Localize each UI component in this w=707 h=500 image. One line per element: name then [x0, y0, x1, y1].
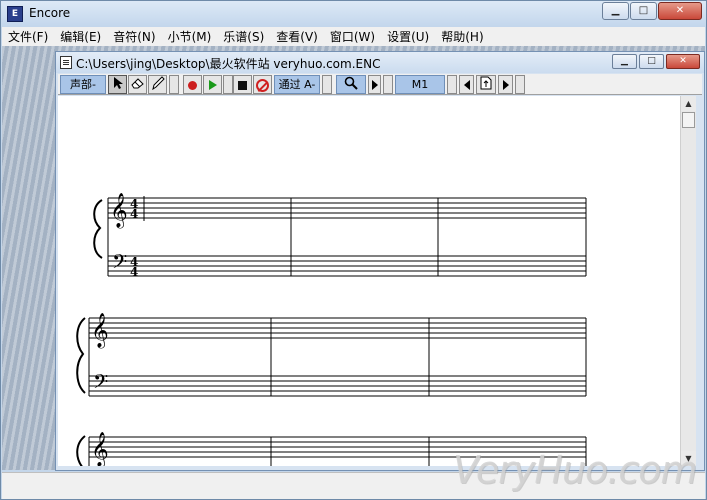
stop-icon: [238, 80, 247, 90]
arrow-right-icon: [371, 80, 378, 90]
menu-edit[interactable]: 编辑(E): [54, 28, 107, 45]
time-sig-denominator: 4: [130, 265, 138, 279]
toolbar-spacer-4: [383, 75, 393, 94]
pointer-tool-button[interactable]: [108, 75, 127, 94]
scroll-up-arrow[interactable]: ▲: [681, 96, 696, 111]
grand-staff-brace: [76, 317, 86, 394]
grand-staff-brace: [76, 435, 86, 466]
menu-score[interactable]: 乐谱(S): [217, 28, 270, 45]
document-titlebar[interactable]: C:\Users\jing\Desktop\最火软件站 veryhuo.com.…: [56, 52, 704, 73]
menu-file[interactable]: 文件(F): [2, 28, 54, 45]
menu-settings[interactable]: 设置(U): [381, 28, 435, 45]
page-prev-button[interactable]: [459, 75, 474, 94]
toolbar-spacer-2: [223, 75, 233, 94]
menu-notes[interactable]: 音符(N): [107, 28, 161, 45]
bass-clef-icon: 𝄢: [93, 370, 108, 398]
page-view-button[interactable]: [476, 75, 496, 94]
encore-app-window: E Encore ▁ □ ✕ 文件(F) 编辑(E) 音符(N) 小节(M) 乐…: [0, 0, 707, 500]
maximize-button[interactable]: □: [630, 2, 657, 20]
time-sig-denominator: 4: [130, 207, 138, 221]
page-next-button[interactable]: [498, 75, 513, 94]
menu-measures[interactable]: 小节(M): [162, 28, 218, 45]
document-title: C:\Users\jing\Desktop\最火软件站 veryhuo.com.…: [76, 57, 381, 71]
toolbar-spacer-5: [447, 75, 457, 94]
treble-staff: [89, 317, 586, 339]
eraser-icon: [130, 78, 144, 89]
doc-close-button[interactable]: ✕: [666, 54, 700, 69]
measure-indicator: M1: [395, 75, 445, 94]
menu-view[interactable]: 查看(V): [270, 28, 324, 45]
system-2: 𝄞 𝄢: [76, 313, 587, 398]
score-sheet: 𝄞 𝄢 4 4 4 4 𝄞 𝄢 𝄞: [76, 193, 587, 466]
vertical-scrollbar[interactable]: ▲ ▼: [680, 96, 696, 466]
zoom-button[interactable]: [336, 75, 366, 94]
page-icon: [480, 76, 492, 90]
stop-button[interactable]: [233, 75, 252, 94]
midi-off-button[interactable]: [253, 75, 272, 94]
arrow-right-icon: [502, 80, 509, 90]
record-button[interactable]: [183, 75, 202, 94]
scroll-thumb[interactable]: [682, 112, 695, 128]
treble-staff: [108, 197, 586, 219]
encore-logo-icon: E: [7, 6, 23, 22]
pencil-icon: [151, 76, 165, 91]
menu-bar: 文件(F) 编辑(E) 音符(N) 小节(M) 乐谱(S) 查看(V) 窗口(W…: [2, 27, 705, 46]
zoom-next-arrow[interactable]: [368, 75, 381, 94]
app-title: Encore: [29, 6, 71, 20]
pencil-tool-button[interactable]: [148, 75, 167, 94]
doc-maximize-button[interactable]: □: [639, 54, 664, 69]
arrow-left-icon: [463, 80, 470, 90]
minimize-button[interactable]: ▁: [602, 2, 629, 20]
grand-staff-brace: [93, 199, 103, 259]
record-icon: [188, 80, 197, 90]
pass-selector[interactable]: 通过 A-: [274, 75, 320, 94]
arrow-pointer-icon: [113, 77, 123, 89]
no-midi-icon: [256, 78, 269, 92]
treble-clef-icon: 𝄞: [110, 193, 128, 229]
bass-staff: [108, 255, 586, 277]
treble-clef-icon: 𝄞: [91, 313, 109, 349]
voice-selector[interactable]: 声部-: [60, 75, 106, 94]
watermark-logo: VeryHuo.com: [453, 448, 697, 492]
system-1: 𝄞 𝄢 4 4 4 4: [93, 193, 587, 279]
close-button[interactable]: ✕: [658, 2, 702, 20]
treble-clef-icon: 𝄞: [91, 432, 109, 466]
play-icon: [208, 80, 217, 90]
eraser-tool-button[interactable]: [128, 75, 147, 94]
bass-clef-icon: 𝄢: [112, 250, 127, 278]
score-toolbar: 声部- 通过 A- M1: [58, 74, 702, 95]
play-button[interactable]: [203, 75, 222, 94]
doc-minimize-button[interactable]: ▁: [612, 54, 637, 69]
bass-staff: [89, 375, 586, 397]
score-canvas[interactable]: 𝄞 𝄢 4 4 4 4 𝄞 𝄢 𝄞: [58, 96, 680, 466]
document-icon: [60, 56, 72, 69]
menu-window[interactable]: 窗口(W): [324, 28, 381, 45]
toolbar-spacer-6: [515, 75, 525, 94]
toolbar-spacer-1: [169, 75, 179, 94]
app-titlebar[interactable]: E Encore ▁ □ ✕: [1, 1, 706, 27]
magnifier-icon: [344, 76, 358, 90]
toolbar-spacer-3: [322, 75, 332, 94]
menu-help[interactable]: 帮助(H): [435, 28, 489, 45]
score-document-window: C:\Users\jing\Desktop\最火软件站 veryhuo.com.…: [55, 51, 705, 471]
